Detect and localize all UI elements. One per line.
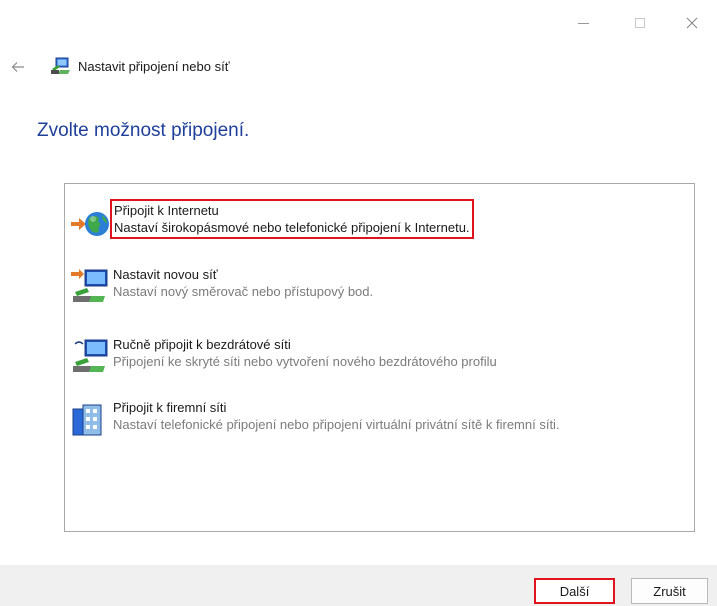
option-title: Nastavit novou síť	[113, 267, 218, 282]
option-description: Nastaví širokopásmové nebo telefonické p…	[114, 220, 470, 235]
minimize-button[interactable]	[563, 10, 603, 36]
setup-connection-window: Nastavit připojení nebo síť Zvolte možno…	[0, 0, 717, 606]
close-icon	[686, 17, 698, 29]
network-setup-icon	[51, 57, 70, 74]
minimize-icon	[577, 22, 589, 24]
new-network-icon	[71, 269, 108, 302]
page-heading: Zvolte možnost připojení.	[37, 120, 250, 141]
option-text: Nastavit novou síť Nastaví nový směrovač…	[113, 266, 373, 300]
option-text: Připojit k Internetu Nastaví širokopásmo…	[110, 199, 474, 239]
maximize-icon	[635, 18, 645, 28]
option-description: Připojení ke skryté síti nebo vytvoření …	[113, 354, 497, 369]
back-arrow-icon	[11, 62, 24, 72]
close-button[interactable]	[672, 10, 712, 36]
option-title: Připojit k Internetu	[114, 203, 219, 218]
globe-internet-icon	[71, 212, 109, 236]
maximize-button[interactable]	[620, 10, 660, 36]
option-title: Připojit k firemní síti	[113, 400, 227, 415]
next-button[interactable]: Další	[534, 578, 615, 604]
option-text: Ručně připojit k bezdrátové síti Připoje…	[113, 336, 497, 370]
option-workplace-network[interactable]: Připojit k firemní síti Nastaví telefoni…	[65, 399, 694, 449]
connection-option-list[interactable]: Připojit k Internetu Nastaví širokopásmo…	[64, 183, 695, 532]
option-description: Nastaví telefonické připojení nebo připo…	[113, 417, 560, 432]
option-title: Ručně připojit k bezdrátové síti	[113, 337, 291, 352]
option-new-network[interactable]: Nastavit novou síť Nastaví nový směrovač…	[65, 266, 694, 316]
window-title: Nastavit připojení nebo síť	[78, 59, 230, 74]
option-manual-wireless[interactable]: Ručně připojit k bezdrátové síti Připoje…	[65, 336, 694, 386]
wireless-network-icon	[73, 339, 108, 372]
option-description: Nastaví nový směrovač nebo přístupový bo…	[113, 284, 374, 299]
option-text: Připojit k firemní síti Nastaví telefoni…	[113, 399, 560, 433]
option-connect-internet[interactable]: Připojit k Internetu Nastaví širokopásmo…	[65, 199, 694, 252]
cancel-button[interactable]: Zrušit	[631, 578, 708, 604]
workplace-network-icon	[72, 404, 102, 436]
back-button[interactable]	[6, 56, 30, 78]
